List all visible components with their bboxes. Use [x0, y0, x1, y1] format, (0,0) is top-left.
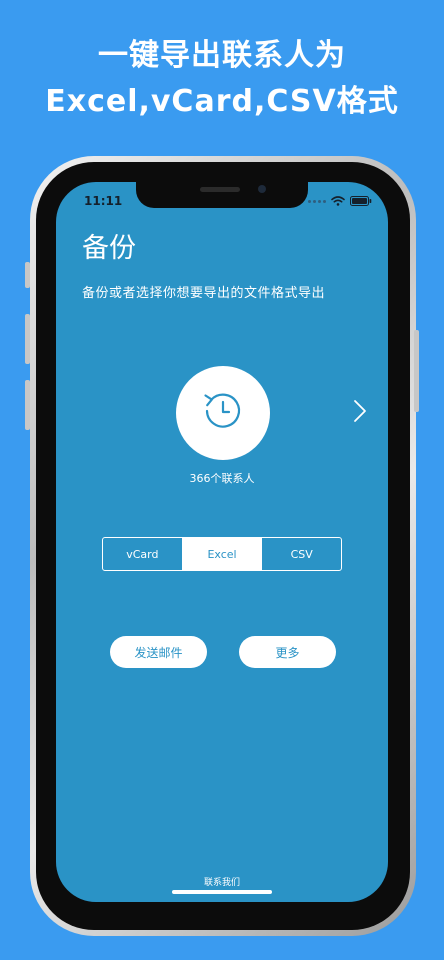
backup-button[interactable]: [176, 366, 270, 460]
phone-mute-switch: [25, 262, 30, 288]
more-button[interactable]: 更多: [239, 636, 336, 668]
signal-dots-icon: [308, 199, 326, 203]
front-camera: [258, 185, 266, 193]
page-title: 备份: [82, 233, 136, 264]
speaker-grille: [200, 187, 240, 192]
wifi-icon: [331, 196, 345, 206]
battery-icon: [350, 196, 372, 206]
format-option-vcard[interactable]: vCard: [103, 538, 182, 570]
format-option-excel[interactable]: Excel: [181, 538, 262, 570]
contact-count-label: 366个联系人: [189, 472, 255, 485]
history-restore-icon: [199, 387, 247, 439]
home-indicator: [172, 890, 272, 894]
chevron-right-icon[interactable]: [350, 398, 370, 424]
format-segmented-control: vCard Excel CSV: [102, 537, 342, 571]
promo-headline-line2: Excel,vCard,CSV格式: [45, 84, 399, 119]
phone-power-button: [414, 330, 419, 412]
phone-volume-down: [25, 380, 30, 430]
status-icons: [308, 196, 372, 206]
page-subtitle: 备份或者选择你想要导出的文件格式导出: [82, 286, 326, 301]
format-option-csv[interactable]: CSV: [261, 538, 341, 570]
phone-volume-up: [25, 314, 30, 364]
notch: [136, 182, 308, 208]
app-screen: 11:11 备份 备份或者选择你想要导出的文件格式导出 366个联系人 vCar…: [56, 182, 388, 902]
send-email-button[interactable]: 发送邮件: [110, 636, 207, 668]
promo-headline-line1: 一键导出联系人为: [98, 38, 346, 73]
contact-us-link[interactable]: 联系我们: [56, 875, 388, 888]
status-time: 11:11: [84, 194, 123, 208]
